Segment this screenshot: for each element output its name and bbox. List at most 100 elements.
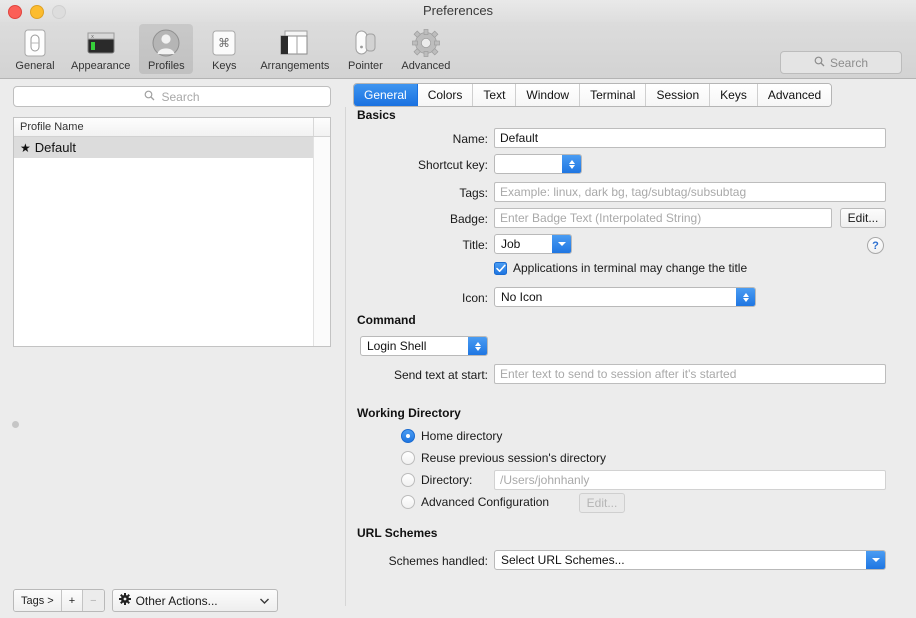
radio-selected-icon[interactable] xyxy=(401,429,415,443)
send-text-label: Send text at start: xyxy=(393,368,488,382)
toolbar-search-field[interactable]: Search xyxy=(780,51,902,74)
profile-editor: General Colors Text Window Terminal Sess… xyxy=(345,79,916,618)
person-silhouette-icon xyxy=(144,27,188,59)
tab-text[interactable]: Text xyxy=(473,84,517,106)
tab-window[interactable]: Window xyxy=(516,84,581,106)
chevron-down-icon xyxy=(552,235,571,253)
tags-label: Tags: xyxy=(459,186,488,200)
window-panes-icon xyxy=(260,27,329,59)
stepper-arrows-icon xyxy=(736,288,755,306)
profile-search-input[interactable]: Search xyxy=(13,86,331,107)
general-toggle-icon xyxy=(13,27,57,59)
tab-session[interactable]: Session xyxy=(646,84,711,106)
profile-list-footer: Tags > + − Other Actions... xyxy=(13,589,278,612)
profile-search-placeholder: Search xyxy=(161,89,200,104)
profile-list-header: Profile Name xyxy=(14,118,330,137)
radio-unselected-icon[interactable] xyxy=(401,473,415,487)
command-shell-popup[interactable]: Login Shell xyxy=(360,336,488,356)
toolbar-item-general[interactable]: General xyxy=(8,24,62,74)
titlebar: Preferences xyxy=(0,0,916,22)
radio-advanced-configuration-label: Advanced Configuration xyxy=(421,495,550,509)
tab-general[interactable]: General xyxy=(354,84,418,106)
badge-edit-button[interactable]: Edit... xyxy=(840,208,886,228)
name-label: Name: xyxy=(452,132,488,146)
radio-advanced-configuration[interactable]: Advanced Configuration xyxy=(401,495,549,509)
shortcut-key-popup[interactable] xyxy=(494,154,582,174)
section-title-basics: Basics xyxy=(357,108,396,122)
name-field[interactable]: Default xyxy=(494,128,886,148)
section-title-url-schemes: URL Schemes xyxy=(357,526,438,540)
toolbar-item-keys[interactable]: ⌘ Keys xyxy=(197,24,251,74)
terminal-window-icon: x xyxy=(71,27,130,59)
profile-row-name: Default xyxy=(34,140,76,155)
schemes-handled-value: Select URL Schemes... xyxy=(501,553,625,567)
stepper-arrows-icon xyxy=(562,155,581,173)
toolbar-item-appearance-label: Appearance xyxy=(71,60,131,72)
radio-directory[interactable]: Directory: xyxy=(401,473,472,487)
remove-profile-button: − xyxy=(83,590,104,611)
add-profile-button[interactable]: + xyxy=(61,590,84,611)
table-row[interactable]: ★ Default xyxy=(14,137,313,158)
toolbar-search-placeholder: Search xyxy=(829,55,869,70)
section-title-command: Command xyxy=(357,313,416,327)
window-body: Search Profile Name ★ Default Tags > + −… xyxy=(0,79,916,618)
search-icon xyxy=(814,56,825,70)
toolbar-item-arrangements-label: Arrangements xyxy=(260,60,330,72)
toolbar-item-advanced-label: Advanced xyxy=(401,60,451,72)
preferences-toolbar: General x Appearance Profiles ⌘ Keys Arr… xyxy=(0,22,916,79)
profile-list-body: ★ Default xyxy=(14,137,330,346)
radio-directory-label: Directory: xyxy=(421,473,473,487)
toolbar-item-profiles-label: Profiles xyxy=(147,60,185,72)
tab-colors[interactable]: Colors xyxy=(417,84,474,106)
directory-field[interactable]: /Users/johnhanly xyxy=(494,470,886,490)
column-header-profile-name[interactable]: Profile Name xyxy=(14,121,313,133)
toolbar-item-profiles[interactable]: Profiles xyxy=(139,24,194,74)
tab-keys[interactable]: Keys xyxy=(710,84,758,106)
radio-reuse-previous-directory[interactable]: Reuse previous session's directory xyxy=(401,451,606,465)
checkbox-checked-icon[interactable] xyxy=(494,261,507,275)
gear-icon xyxy=(118,593,131,608)
toolbar-item-keys-label: Keys xyxy=(212,60,237,72)
icon-popup[interactable]: No Icon xyxy=(494,287,756,307)
column-header-gutter xyxy=(313,118,330,136)
tab-terminal[interactable]: Terminal xyxy=(580,84,647,106)
toolbar-item-appearance[interactable]: x Appearance xyxy=(66,24,135,74)
toolbar-item-pointer[interactable]: Pointer xyxy=(338,24,392,74)
profile-list-scrollbar[interactable] xyxy=(313,137,330,346)
radio-unselected-icon[interactable] xyxy=(401,451,415,465)
radio-unselected-icon[interactable] xyxy=(401,495,415,509)
search-icon xyxy=(144,90,155,104)
radio-home-directory-label: Home directory xyxy=(421,429,503,443)
send-text-field[interactable]: Enter text to send to session after it's… xyxy=(494,364,886,384)
chevron-down-icon xyxy=(259,596,269,606)
title-help-button[interactable]: ? xyxy=(867,237,884,254)
badge-field[interactable]: Enter Badge Text (Interpolated String) xyxy=(494,208,832,228)
toolbar-item-pointer-label: Pointer xyxy=(347,60,383,72)
icon-popup-value: No Icon xyxy=(501,290,543,304)
tags-button[interactable]: Tags > xyxy=(14,590,62,611)
radio-reuse-previous-directory-label: Reuse previous session's directory xyxy=(421,451,607,465)
preferences-window: Preferences General x Appearance Profile… xyxy=(0,0,916,618)
toolbar-item-advanced[interactable]: Advanced xyxy=(396,24,455,74)
split-resize-handle[interactable] xyxy=(12,421,19,428)
toolbar-item-arrangements[interactable]: Arrangements xyxy=(255,24,334,74)
svg-text:x: x xyxy=(91,34,94,40)
tab-advanced[interactable]: Advanced xyxy=(757,84,832,106)
radio-home-directory[interactable]: Home directory xyxy=(401,429,502,443)
toolbar-items: General x Appearance Profiles ⌘ Keys Arr… xyxy=(6,22,457,76)
apps-change-title-checkbox-row[interactable]: Applications in terminal may change the … xyxy=(494,261,747,275)
schemes-handled-label: Schemes handled: xyxy=(388,554,488,568)
schemes-handled-popup[interactable]: Select URL Schemes... xyxy=(494,550,886,570)
shortcut-key-label: Shortcut key: xyxy=(417,158,488,172)
mouse-icon xyxy=(343,27,387,59)
title-popup[interactable]: Job xyxy=(494,234,572,254)
badge-label: Badge: xyxy=(449,212,488,226)
profiles-sidebar: Search Profile Name ★ Default Tags > + −… xyxy=(0,79,345,618)
tags-field[interactable]: Example: linux, dark bg, tag/subtag/subs… xyxy=(494,182,886,202)
general-tab-panel: Basics Name: Default Shortcut key: Tags:… xyxy=(345,107,916,606)
gear-icon xyxy=(401,27,450,59)
toolbar-item-general-label: General xyxy=(15,60,55,72)
title-popup-value: Job xyxy=(501,237,521,251)
stepper-arrows-icon xyxy=(468,337,487,355)
other-actions-menu[interactable]: Other Actions... xyxy=(111,589,278,612)
